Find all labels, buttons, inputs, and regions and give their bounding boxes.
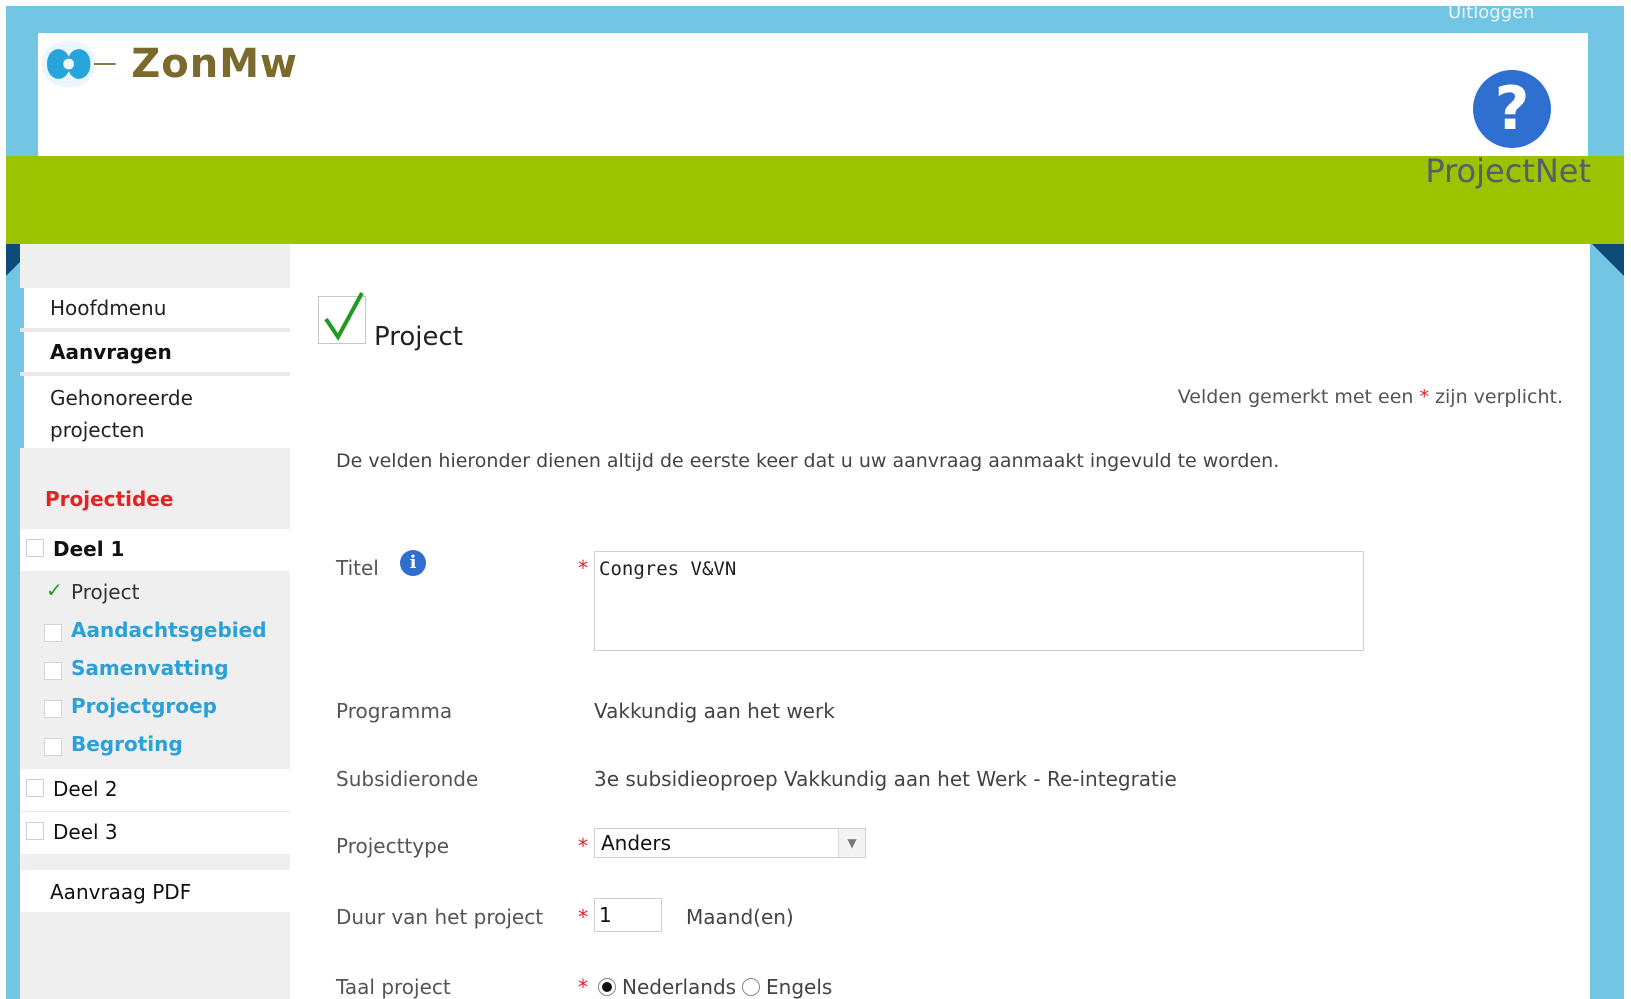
sidebar-item-gehonoreerde-projecten[interactable]: Gehonoreerde projecten bbox=[20, 376, 290, 448]
info-icon[interactable]: i bbox=[400, 550, 426, 576]
logout-link[interactable]: Uitloggen bbox=[1448, 2, 1535, 23]
sidebar-item-label: Deel 1 bbox=[53, 537, 125, 561]
sidebar-item-deel-3[interactable]: Deel 3 bbox=[20, 812, 290, 854]
required-note: Velden gemerkt met een * zijn verplicht. bbox=[1178, 386, 1563, 408]
corner-fold-right bbox=[1592, 244, 1624, 276]
sidebar-item-label: Aanvragen bbox=[50, 340, 172, 364]
projecttype-label: Projecttype bbox=[336, 834, 450, 858]
taal-option-engels: Engels bbox=[766, 975, 833, 999]
checkbox-icon bbox=[26, 779, 44, 797]
check-icon: ✓ bbox=[46, 578, 63, 602]
sidebar-item-label: Deel 2 bbox=[53, 777, 118, 801]
required-marker: * bbox=[578, 905, 588, 929]
required-note-text: Velden gemerkt met een bbox=[1177, 386, 1414, 408]
checkbox-icon bbox=[44, 700, 62, 718]
sidebar-item-label: Hoofdmenu bbox=[50, 296, 167, 320]
required-marker: * bbox=[578, 975, 588, 999]
sidebar-item-aanvragen[interactable]: Aanvragen bbox=[20, 332, 290, 372]
header-band bbox=[6, 156, 1624, 244]
programma-label: Programma bbox=[336, 699, 453, 723]
checkbox-icon bbox=[26, 539, 44, 557]
zonmw-logo[interactable]: ZonMw bbox=[38, 34, 298, 94]
check-icon bbox=[324, 292, 364, 341]
zonmw-logo-icon bbox=[41, 40, 116, 88]
checkbox-icon bbox=[44, 738, 62, 756]
required-marker: * bbox=[578, 556, 588, 580]
programma-value: Vakkundig aan het werk bbox=[594, 699, 835, 723]
taal-label: Taal project bbox=[336, 975, 451, 999]
logo-text: ZonMw bbox=[131, 41, 298, 87]
titel-label: Titel bbox=[336, 556, 379, 580]
sidebar-item-deel-2[interactable]: Deel 2 bbox=[20, 769, 290, 811]
sidebar-subitem-label: Projectgroep bbox=[71, 694, 217, 718]
app-name: ProjectNet bbox=[1425, 152, 1591, 190]
subsidieronde-label: Subsidieronde bbox=[336, 767, 479, 791]
checkbox-icon bbox=[44, 662, 62, 680]
duur-input[interactable] bbox=[594, 898, 662, 932]
sidebar-item-label: Aanvraag PDF bbox=[50, 880, 192, 904]
page-check-box bbox=[318, 292, 366, 344]
chevron-down-icon[interactable]: ▼ bbox=[838, 829, 865, 857]
sidebar-item-label: Deel 3 bbox=[53, 820, 118, 844]
sidebar-item-hoofdmenu[interactable]: Hoofdmenu bbox=[20, 288, 290, 328]
page-title: Project bbox=[374, 322, 463, 352]
taal-radio-engels[interactable] bbox=[742, 978, 760, 996]
taal-radio-nederlands[interactable] bbox=[598, 978, 616, 996]
sidebar-subitem-label: Begroting bbox=[71, 732, 183, 756]
sidebar-subitem-label: Samenvatting bbox=[71, 656, 229, 680]
titel-input[interactable]: Congres V&VN bbox=[594, 551, 1364, 651]
sidebar-subitem-label: Project bbox=[71, 580, 140, 604]
sidebar-item-deel-1[interactable]: Deel 1 bbox=[20, 529, 290, 571]
sidebar-section-title: Projectidee bbox=[45, 487, 174, 511]
required-marker: * bbox=[578, 834, 588, 858]
checkbox-icon bbox=[44, 624, 62, 642]
sidebar-subitem-label: Aandachtsgebied bbox=[71, 618, 267, 642]
intro-text: De velden hieronder dienen altijd de eer… bbox=[336, 450, 1280, 472]
projecttype-select[interactable]: Anders ▼ bbox=[594, 828, 866, 858]
help-icon[interactable]: ? bbox=[1473, 70, 1551, 148]
subsidieronde-value: 3e subsidieoproep Vakkundig aan het Werk… bbox=[594, 767, 1177, 791]
required-star: * bbox=[1419, 386, 1430, 408]
taal-option-nederlands: Nederlands bbox=[622, 975, 737, 999]
required-note-text-end: zijn verplicht. bbox=[1435, 386, 1563, 408]
sidebar-item-label: Gehonoreerde projecten bbox=[50, 386, 193, 442]
projecttype-select-value: Anders bbox=[601, 831, 671, 855]
sidebar-item-aanvraag-pdf[interactable]: Aanvraag PDF bbox=[20, 870, 290, 912]
duur-label: Duur van het project bbox=[336, 905, 544, 929]
duur-unit: Maand(en) bbox=[686, 905, 794, 929]
checkbox-icon bbox=[26, 822, 44, 840]
